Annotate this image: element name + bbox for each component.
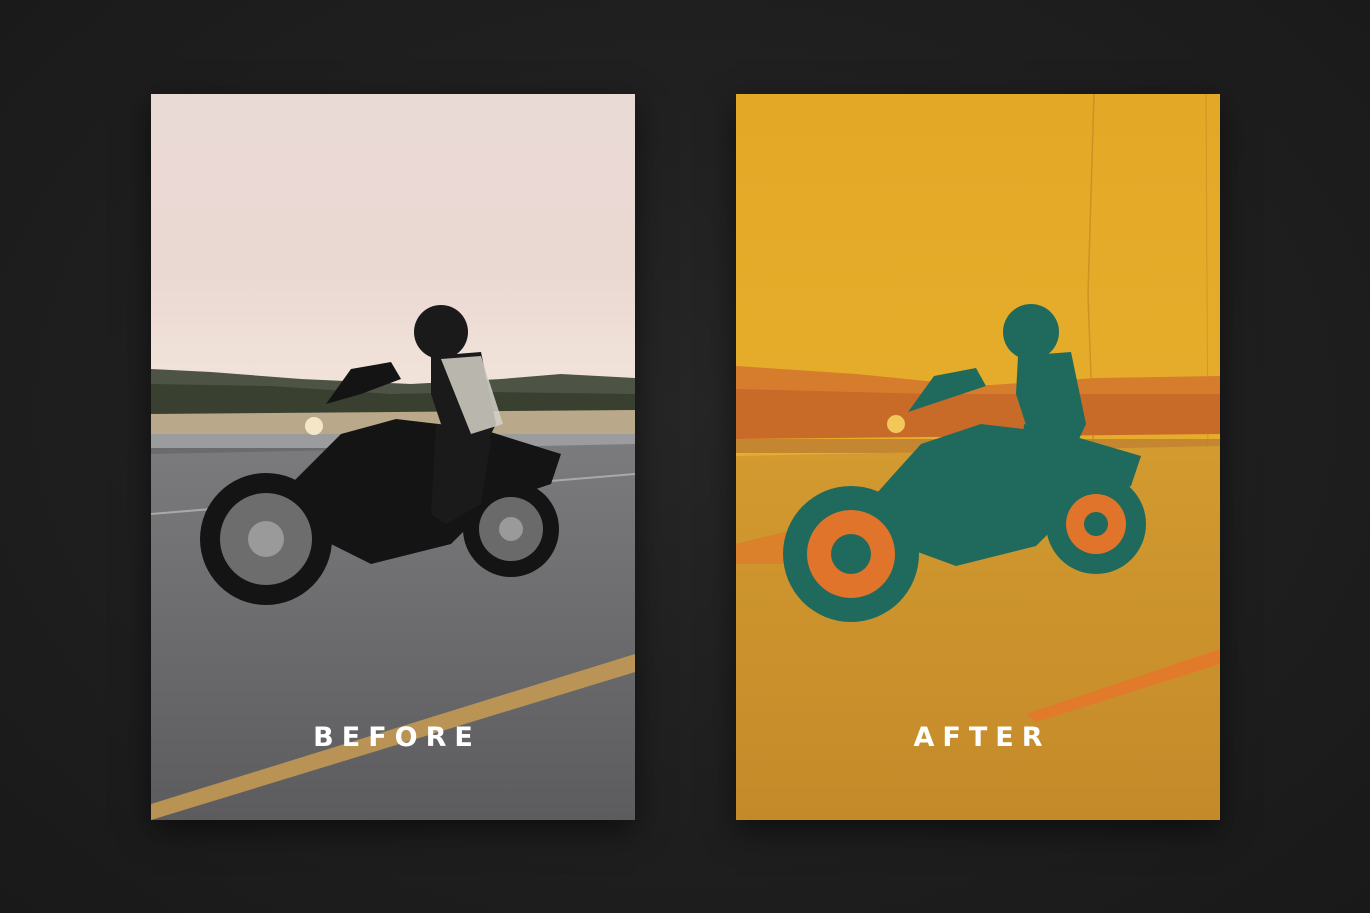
after-photo	[736, 94, 1220, 820]
after-poster: AFTER	[736, 94, 1220, 820]
before-label: BEFORE	[313, 722, 481, 753]
before-photo	[151, 94, 635, 820]
before-poster: BEFORE	[151, 94, 635, 820]
after-label: AFTER	[913, 722, 1051, 753]
mockup-background: BEFORE AFTER	[0, 0, 1370, 913]
